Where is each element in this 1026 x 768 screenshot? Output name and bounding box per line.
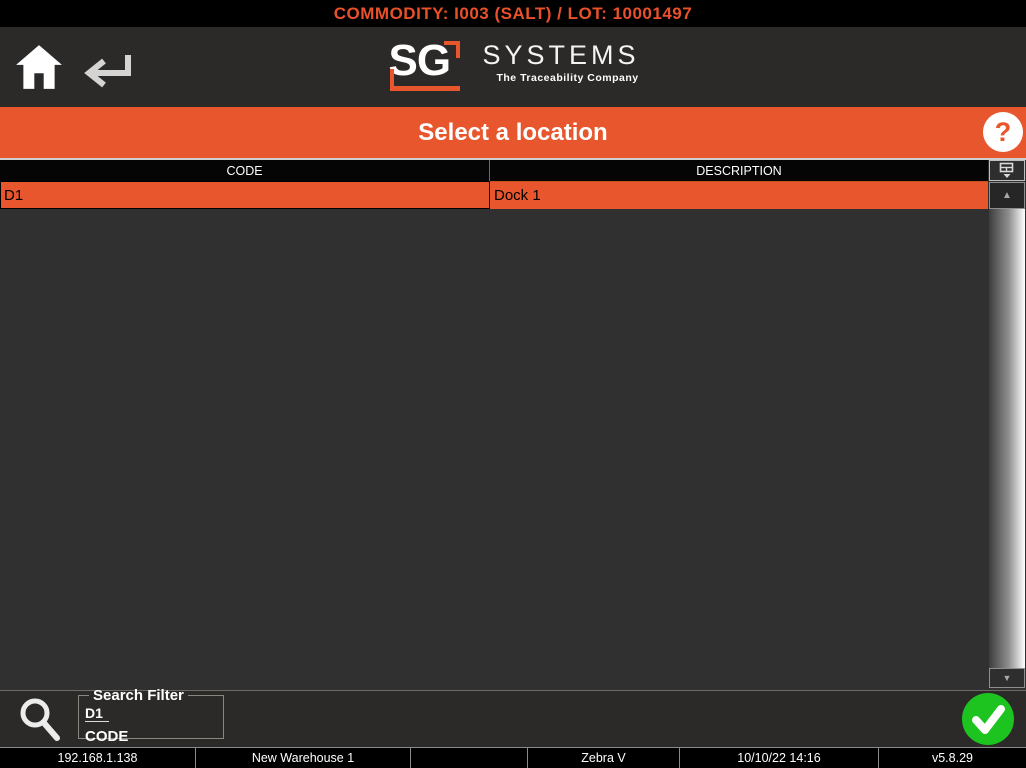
- status-bar: 192.168.1.138 New Warehouse 1 Zebra V 10…: [0, 747, 1026, 768]
- search-filter-column[interactable]: CODE: [85, 728, 217, 745]
- commodity-lot-text: COMMODITY: I003 (SALT) / LOT: 10001497: [334, 4, 692, 24]
- confirm-button[interactable]: [962, 693, 1014, 745]
- help-button[interactable]: ?: [983, 112, 1023, 152]
- arrow-up-icon: ▲: [1002, 190, 1012, 201]
- logo-tagline-text: The Traceability Company: [496, 72, 639, 84]
- row-code-cell[interactable]: D1: [0, 181, 490, 209]
- status-warehouse: New Warehouse 1: [196, 748, 411, 768]
- search-filter-input[interactable]: D1: [85, 706, 109, 722]
- row-description-cell[interactable]: Dock 1: [490, 181, 988, 209]
- question-mark-icon: ?: [995, 119, 1012, 146]
- search-filter-group: Search Filter D1 CODE: [78, 687, 224, 739]
- status-version: v5.8.29: [879, 748, 1026, 768]
- page-banner: Select a location ?: [0, 107, 1026, 158]
- column-header-code[interactable]: CODE: [0, 160, 490, 181]
- checkmark-icon: [962, 693, 1014, 745]
- logo-bracket-bottom-icon: [390, 69, 460, 91]
- bottom-toolbar: Search Filter D1 CODE: [0, 690, 1026, 747]
- grid-options-button[interactable]: [989, 160, 1025, 181]
- scrollbar-up-button[interactable]: ▲: [989, 182, 1025, 209]
- scrollbar-thumb[interactable]: [989, 209, 1025, 668]
- logo-wordmark: SYSTEMS The Traceability Company: [482, 37, 639, 84]
- table-row[interactable]: D1 Dock 1: [0, 181, 988, 209]
- status-device: Zebra V: [528, 748, 680, 768]
- logo-systems-text: SYSTEMS: [482, 41, 639, 69]
- grid-header-row: CODE DESCRIPTION: [0, 160, 988, 181]
- page-title: Select a location: [418, 119, 607, 147]
- search-filter-legend: Search Filter: [89, 687, 188, 704]
- search-button[interactable]: [16, 696, 64, 749]
- logo-sg-mark: SG: [386, 37, 472, 97]
- status-ip-address: 192.168.1.138: [0, 748, 196, 768]
- logo-bracket-top-icon: [444, 41, 460, 58]
- column-header-description[interactable]: DESCRIPTION: [490, 160, 988, 181]
- status-datetime: 10/10/22 14:16: [680, 748, 879, 768]
- app-header: SG SYSTEMS The Traceability Company: [0, 27, 1026, 107]
- app-window: COMMODITY: I003 (SALT) / LOT: 10001497 S…: [0, 0, 1026, 768]
- sg-systems-logo: SG SYSTEMS The Traceability Company: [0, 37, 1026, 99]
- grid-options-icon: [999, 162, 1016, 179]
- scrollbar-down-button[interactable]: ▼: [989, 668, 1025, 688]
- status-empty: [411, 748, 528, 768]
- search-icon: [16, 696, 64, 744]
- arrow-down-icon: ▼: [1003, 673, 1012, 683]
- commodity-lot-bar: COMMODITY: I003 (SALT) / LOT: 10001497: [0, 0, 1026, 27]
